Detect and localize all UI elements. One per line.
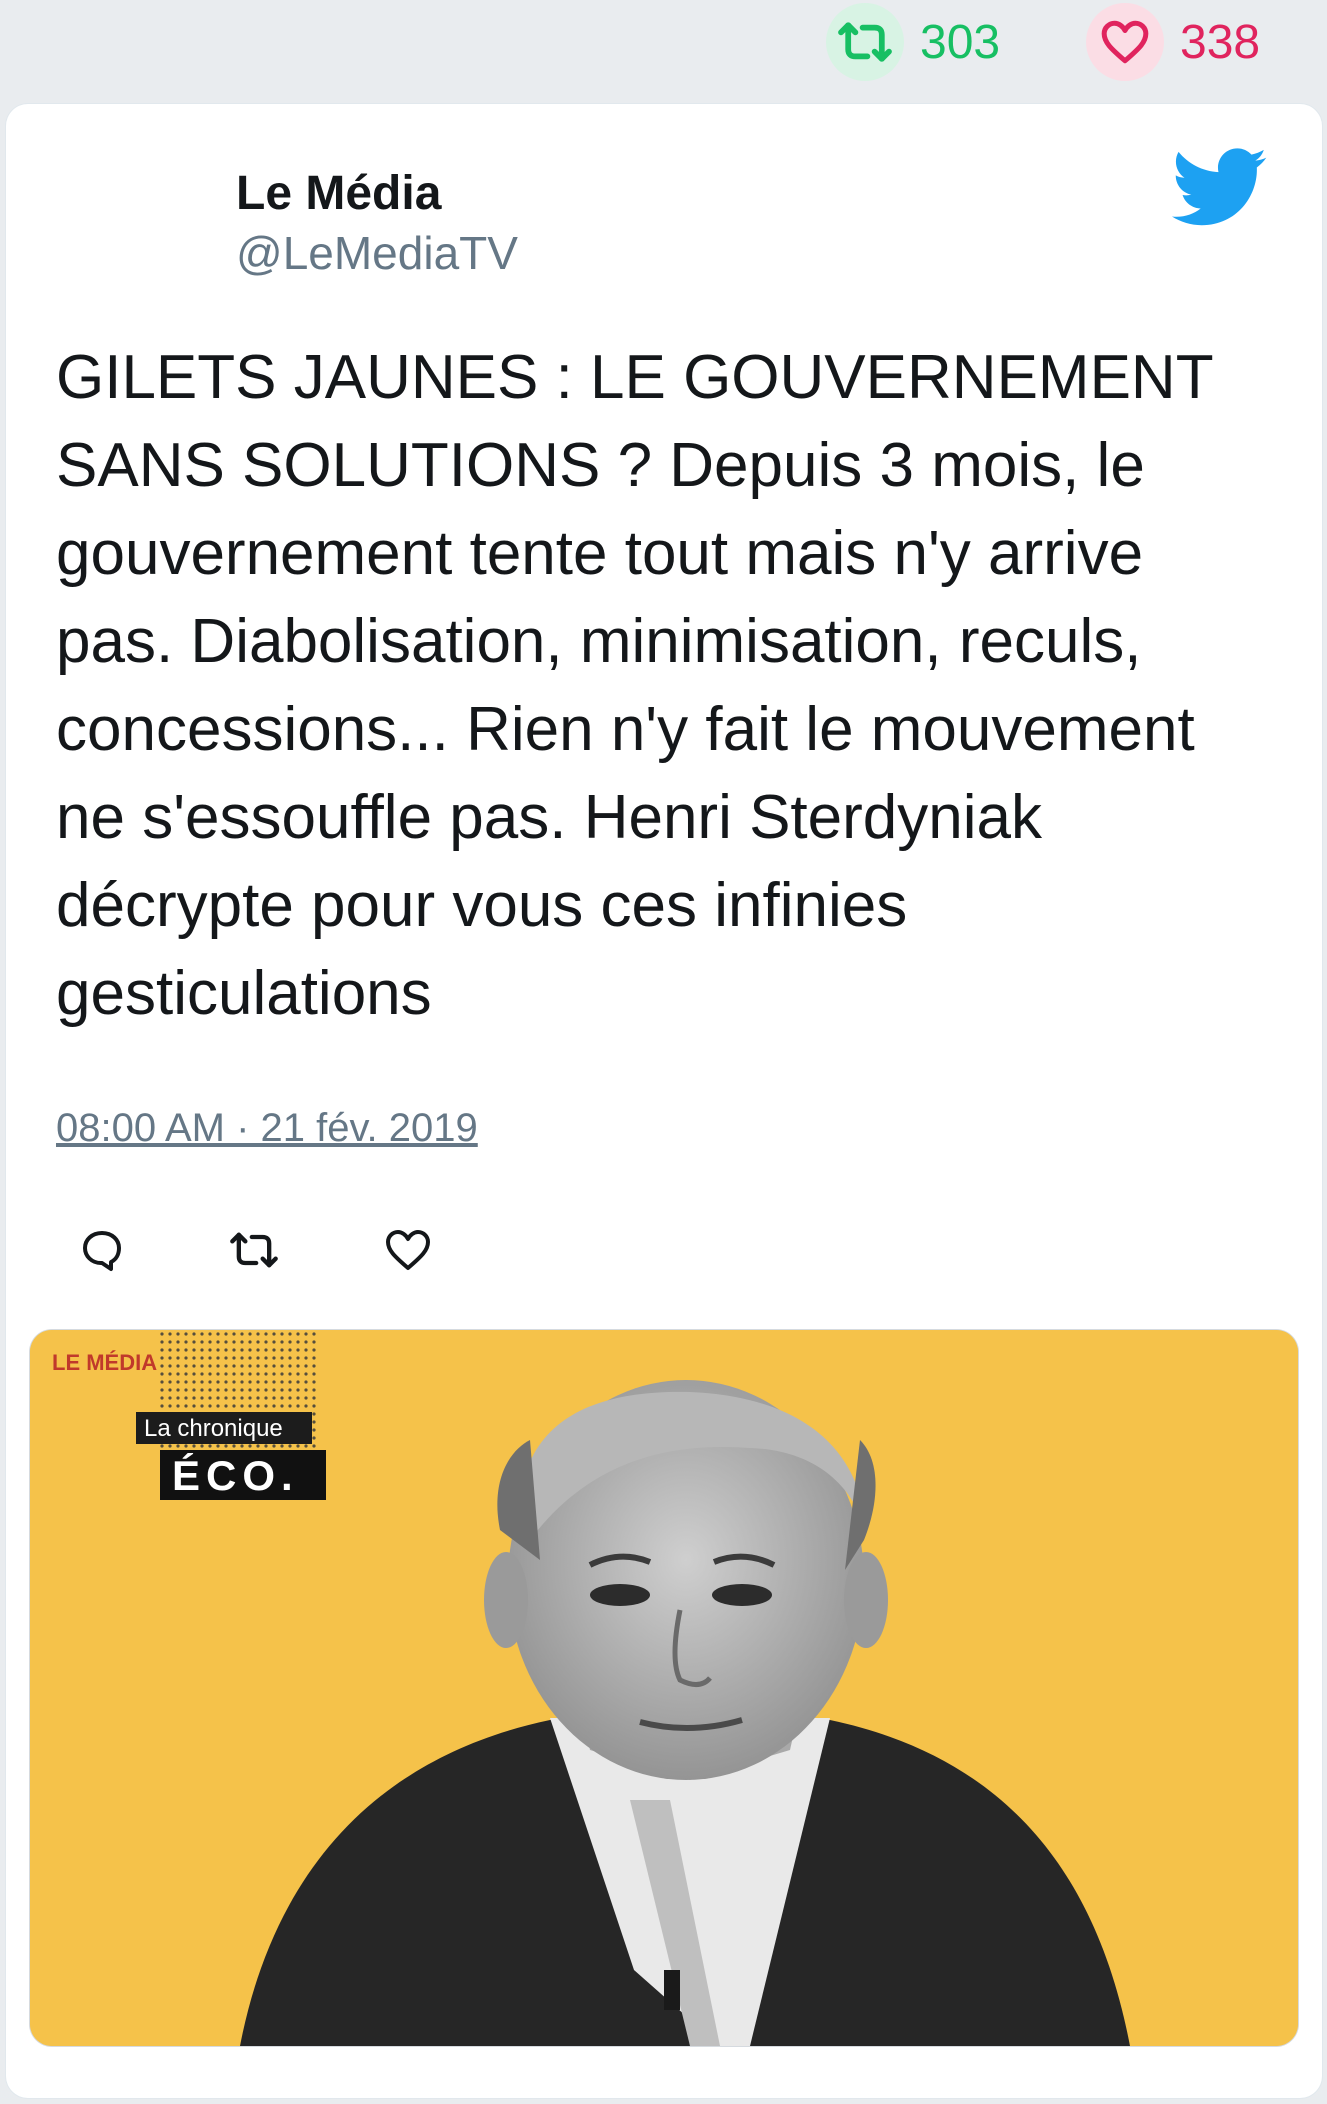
media-logo: LE MÉDIA — [52, 1350, 157, 1375]
video-thumbnail: LE MÉDIA La chronique ÉCO. — [30, 1330, 1298, 2046]
author-name[interactable]: Le Média — [236, 164, 518, 224]
twitter-bird-icon[interactable] — [1171, 146, 1268, 230]
eco-label: ÉCO. — [172, 1452, 299, 1499]
tweet-media-image[interactable]: LE MÉDIA La chronique ÉCO. — [30, 1330, 1298, 2046]
reply-icon[interactable] — [72, 1220, 132, 1280]
chronique-label: La chronique — [144, 1415, 283, 1442]
like-count: 338 — [1180, 15, 1261, 69]
engagement-bar: 303 338 — [0, 0, 1327, 98]
retweet-icon[interactable] — [826, 3, 904, 81]
tweet-timestamp[interactable]: 08:00 AM · 21 fév. 2019 — [56, 1106, 478, 1151]
author-block[interactable]: Le Média @LeMediaTV — [236, 164, 518, 282]
heart-icon[interactable] — [1086, 3, 1164, 81]
tweet-text: GILETS JAUNES : LE GOUVERNEMENT SANS SOL… — [56, 343, 1213, 1028]
author-handle[interactable]: @LeMediaTV — [236, 224, 518, 282]
retweet-stat[interactable]: 303 — [826, 3, 1001, 81]
retweet-icon[interactable] — [224, 1220, 284, 1280]
retweet-count: 303 — [920, 15, 1001, 69]
heart-icon[interactable] — [378, 1220, 438, 1280]
tweet-card: Le Média @LeMediaTV GILETS JAUNES : LE G… — [6, 104, 1322, 2098]
like-stat[interactable]: 338 — [1086, 3, 1261, 81]
